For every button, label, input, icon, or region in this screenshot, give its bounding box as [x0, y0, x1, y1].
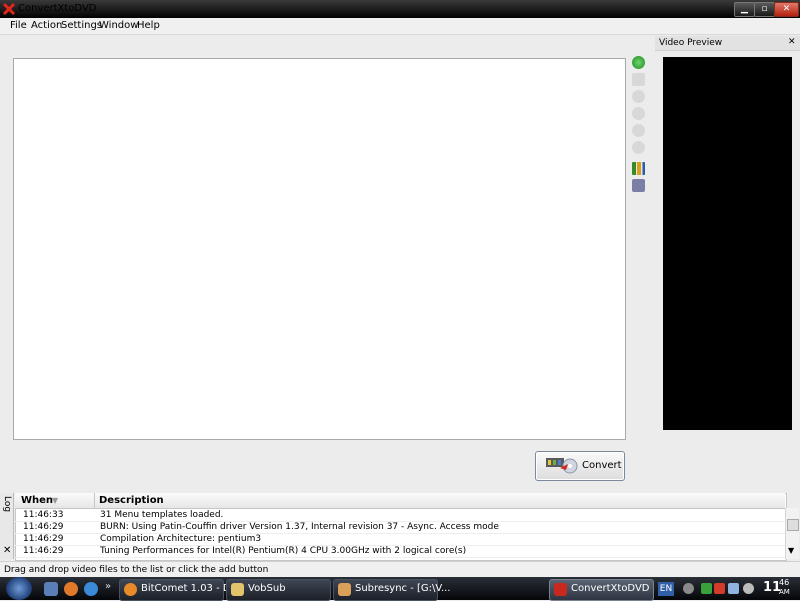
move-down-icon[interactable]	[632, 141, 645, 154]
tray-alert-icon[interactable]	[714, 583, 725, 594]
convert-button[interactable]: Convert	[535, 451, 625, 481]
internet-explorer-icon[interactable]	[84, 582, 98, 596]
language-indicator[interactable]: EN	[658, 582, 674, 596]
chart-icon[interactable]	[632, 162, 645, 175]
remove-icon[interactable]	[632, 90, 645, 103]
video-file-list[interactable]	[13, 58, 626, 440]
menu-settings[interactable]: Settings	[61, 20, 102, 32]
display-icon[interactable]	[632, 179, 645, 192]
menu-action[interactable]: Action	[31, 20, 62, 32]
clock-minute: 46	[779, 578, 790, 587]
scroll-down-icon[interactable]: ▼	[788, 546, 794, 555]
taskbar-item-label: ConvertXtoDVD	[571, 583, 650, 594]
taskbar-item-bitcomet[interactable]: BitComet 1.03 - D...	[119, 579, 240, 601]
taskbar-item-label: VobSub	[248, 583, 286, 594]
tray-arrow-icon[interactable]	[683, 583, 694, 594]
close-button[interactable]: ✕	[774, 2, 799, 17]
log-description: BURN: Using Patin-Couffin driver Version…	[100, 522, 499, 532]
log-description: 31 Menu templates loaded.	[100, 510, 224, 520]
taskbar-item-vobsub[interactable]: VobSub	[226, 579, 331, 601]
log-time: 11:46:29	[23, 534, 64, 544]
column-header-description[interactable]: Description	[99, 495, 164, 506]
sort-arrow-icon: ▼	[52, 496, 59, 505]
edit-icon[interactable]	[632, 73, 645, 86]
quick-launch-chevron-icon[interactable]: »	[105, 581, 111, 592]
taskbar-item-subresync[interactable]: Subresync - [G:\V...	[333, 579, 450, 601]
menu-file[interactable]: File	[10, 20, 27, 32]
start-button[interactable]	[6, 577, 32, 600]
log-description: Compilation Architecture: pentium3	[100, 534, 262, 544]
log-description: Tuning Performances for Intel(R) Pentium…	[100, 546, 467, 556]
tray-display-icon[interactable]	[728, 583, 739, 594]
log-close-icon[interactable]: ✕	[3, 545, 11, 556]
convertxtodvd-icon	[554, 583, 567, 596]
log-scroll-thumb[interactable]	[787, 519, 799, 531]
move-up-icon[interactable]	[632, 124, 645, 137]
window-title: ConvertXtoDVD	[18, 3, 97, 14]
video-preview-title: Video Preview	[659, 38, 723, 48]
log-time: 11:46:33	[23, 510, 64, 520]
menu-bar: File Action Settings Window Help	[0, 18, 800, 35]
add-icon[interactable]	[632, 56, 645, 69]
menu-window[interactable]: Window	[99, 20, 138, 32]
folder-icon	[231, 583, 244, 596]
log-time: 11:46:29	[23, 522, 64, 532]
log-row: 11:46:29 Tuning Performances for Intel(R…	[15, 545, 785, 558]
firefox-icon[interactable]	[64, 582, 78, 596]
clock-ampm: AM	[779, 588, 790, 596]
bitcomet-icon	[124, 583, 137, 596]
taskbar-item-convertxtodvd[interactable]: ConvertXtoDVD	[549, 579, 654, 601]
convert-button-label: Convert	[582, 460, 622, 471]
log-tab-label: Log	[2, 496, 12, 513]
video-preview-screen	[663, 57, 792, 430]
minimize-button[interactable]: ▁	[734, 2, 755, 17]
app-logo-icon	[3, 3, 15, 15]
status-text: Drag and drop video files to the list or…	[4, 565, 269, 575]
title-bar	[0, 0, 800, 18]
video-preview-close-icon[interactable]: ✕	[788, 36, 796, 48]
show-desktop-icon[interactable]	[44, 582, 58, 596]
maximize-button[interactable]: ▫	[754, 2, 775, 17]
subresync-icon	[338, 583, 351, 596]
log-time: 11:46:29	[23, 546, 64, 556]
taskbar-item-label: Subresync - [G:\V...	[355, 583, 451, 594]
column-separator[interactable]	[94, 493, 95, 508]
tray-network-icon[interactable]	[701, 583, 712, 594]
info-icon[interactable]	[632, 107, 645, 120]
convert-icon	[546, 458, 578, 474]
menu-help[interactable]: Help	[137, 20, 160, 32]
tray-volume-icon[interactable]	[743, 583, 754, 594]
column-header-when[interactable]: When	[21, 495, 53, 506]
